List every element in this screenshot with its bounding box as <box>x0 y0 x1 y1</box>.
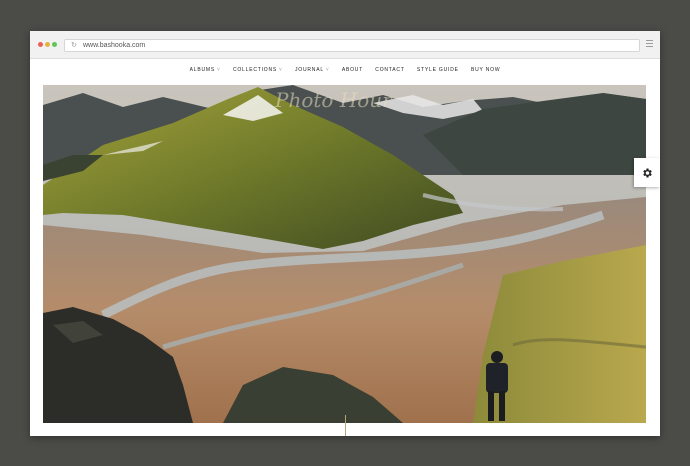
address-url: www.bashooka.com <box>83 42 146 49</box>
scroll-indicator-line <box>345 415 346 436</box>
nav-item-journal[interactable]: JOURNAL ˅ <box>295 67 330 73</box>
nav-item-albums[interactable]: ALBUMS ˅ <box>190 67 221 73</box>
address-bar[interactable]: ↻ www.bashooka.com <box>64 39 640 52</box>
browser-window: ↻ www.bashooka.com ALBUMS ˅ COLLECTIONS ˅ … <box>30 31 660 436</box>
settings-button[interactable] <box>634 158 660 187</box>
reload-icon[interactable]: ↻ <box>71 41 77 50</box>
hero-landscape-image: Photo Hour <box>43 85 646 423</box>
nav-item-about[interactable]: ABOUT <box>342 67 363 73</box>
minimize-window-dot[interactable] <box>45 42 50 47</box>
close-window-dot[interactable] <box>38 42 43 47</box>
chevron-down-icon: ˅ <box>217 67 221 73</box>
hero-logo-script: Photo Hour <box>274 88 393 112</box>
maximize-window-dot[interactable] <box>52 42 57 47</box>
nav-item-contact[interactable]: CONTACT <box>375 67 404 73</box>
hamburger-icon[interactable] <box>646 40 653 47</box>
nav-item-buy-now[interactable]: BUY NOW <box>471 67 500 73</box>
browser-toolbar: ↻ www.bashooka.com <box>30 31 660 59</box>
nav-item-collections[interactable]: COLLECTIONS ˅ <box>233 67 283 73</box>
chevron-down-icon: ˅ <box>325 67 330 73</box>
main-navigation: ALBUMS ˅ COLLECTIONS ˅ JOURNAL ˅ ABOUT CONT… <box>30 67 660 73</box>
chevron-down-icon: ˅ <box>279 67 283 73</box>
nav-item-style-guide[interactable]: STYLE GUIDE <box>417 67 459 73</box>
gear-icon <box>643 168 652 177</box>
